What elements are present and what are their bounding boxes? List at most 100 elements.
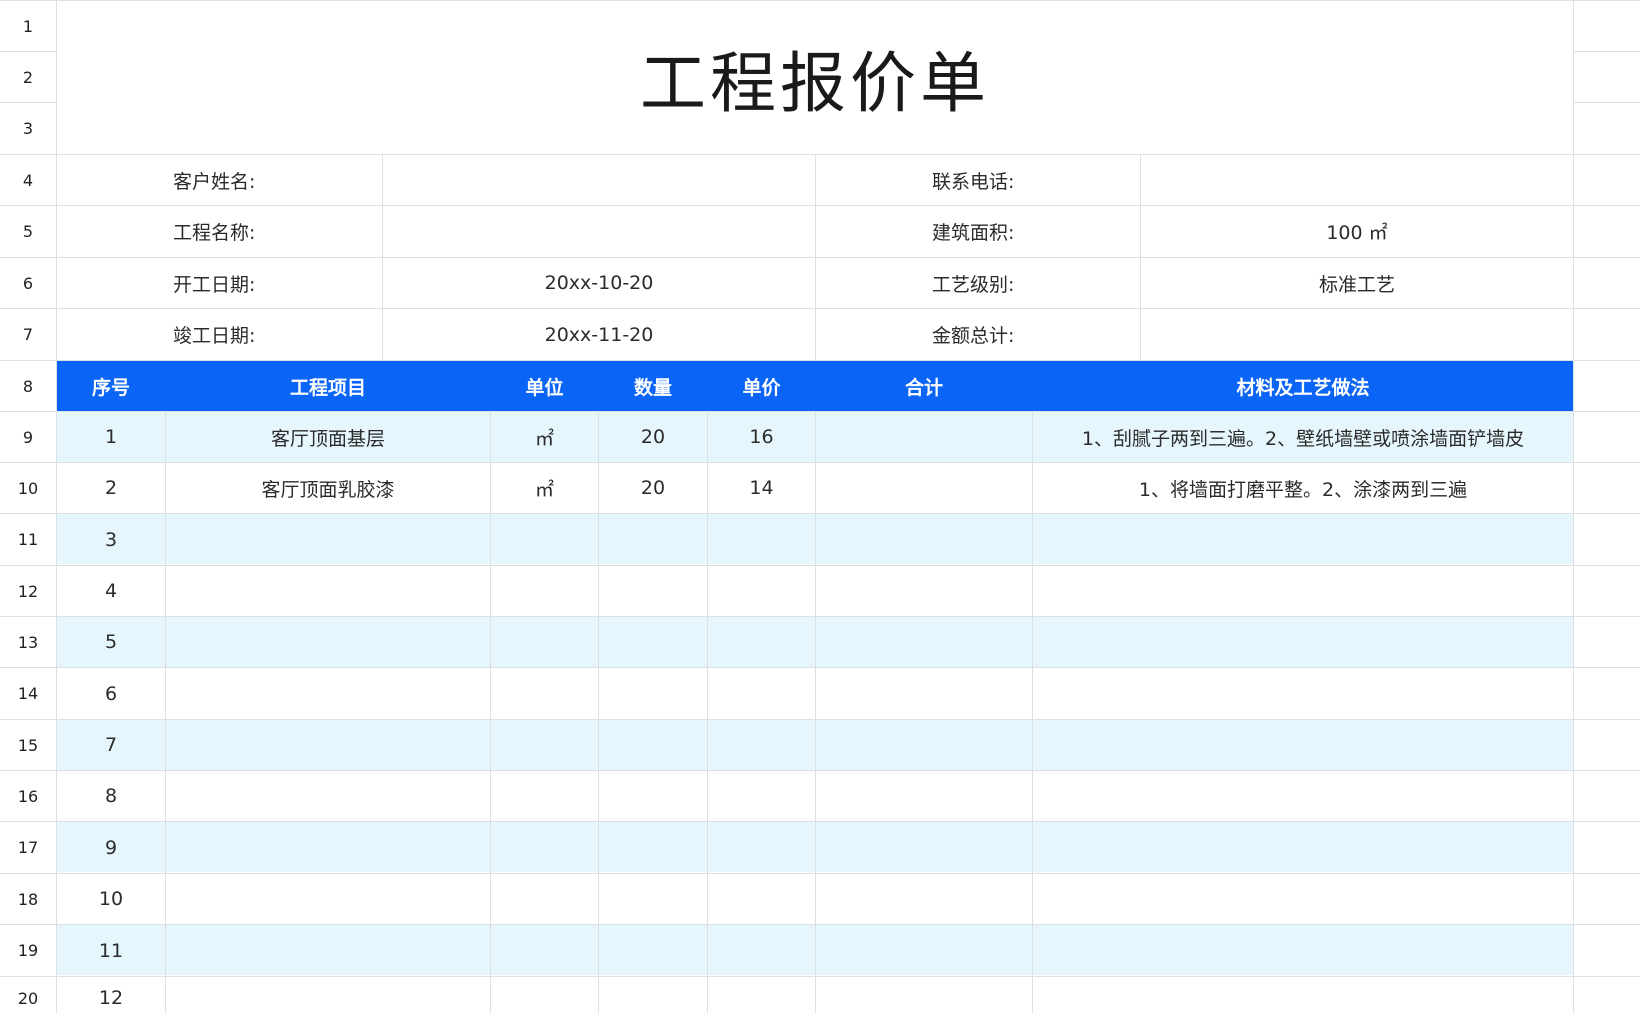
cell-no[interactable]: 5	[57, 617, 165, 667]
row-header-18[interactable]: 18	[0, 874, 56, 924]
cell-method[interactable]: 1、刮腻子两到三遍。2、壁纸墙壁或喷涂墙面铲墙皮	[1033, 412, 1573, 462]
cell-unit[interactable]	[491, 720, 598, 770]
cell-qty[interactable]	[599, 617, 707, 667]
cell-unit[interactable]	[491, 977, 598, 1013]
project-name-cell[interactable]	[383, 206, 815, 257]
cell-qty[interactable]	[599, 874, 707, 924]
cell-unit[interactable]	[491, 566, 598, 616]
cell-sum[interactable]	[816, 514, 1032, 565]
cell-method[interactable]	[1033, 720, 1573, 770]
cell-unit[interactable]: ㎡	[491, 412, 598, 462]
cell-qty[interactable]	[599, 514, 707, 565]
cell-qty[interactable]	[599, 771, 707, 821]
total-cell[interactable]	[1141, 309, 1573, 360]
cell-item[interactable]	[166, 617, 490, 667]
row-header-4[interactable]: 4	[0, 155, 56, 205]
cell-item[interactable]	[166, 720, 490, 770]
cell-unit[interactable]	[491, 617, 598, 667]
cell-price[interactable]	[708, 822, 815, 873]
cell-price[interactable]	[708, 720, 815, 770]
cell-item[interactable]	[166, 977, 490, 1013]
cell-no[interactable]: 9	[57, 822, 165, 873]
header-item[interactable]: 工程项目	[166, 361, 490, 411]
total-label[interactable]: 金额总计:	[932, 309, 1137, 360]
cell-method[interactable]	[1033, 514, 1573, 565]
cell-sum[interactable]	[816, 720, 1032, 770]
cell-price[interactable]	[708, 668, 815, 719]
cell-item[interactable]: 客厅顶面乳胶漆	[166, 463, 490, 513]
cell-item[interactable]	[166, 668, 490, 719]
row-header-3[interactable]: 3	[0, 103, 56, 154]
cell-price[interactable]	[708, 566, 815, 616]
cell-item[interactable]	[166, 514, 490, 565]
cell-price[interactable]: 14	[708, 463, 815, 513]
area-label[interactable]: 建筑面积:	[932, 206, 1137, 257]
cell-qty[interactable]: 20	[599, 412, 707, 462]
cell-no[interactable]: 11	[57, 925, 165, 976]
cell-price[interactable]	[708, 925, 815, 976]
cell-method[interactable]	[1033, 822, 1573, 873]
row-header-13[interactable]: 13	[0, 617, 56, 667]
cell-qty[interactable]	[599, 822, 707, 873]
row-header-14[interactable]: 14	[0, 668, 56, 719]
cell-item[interactable]: 客厅顶面基层	[166, 412, 490, 462]
row-header-2[interactable]: 2	[0, 52, 56, 102]
cell-sum[interactable]	[816, 668, 1032, 719]
area-cell[interactable]: 100 ㎡	[1141, 206, 1573, 257]
craft-level-label[interactable]: 工艺级别:	[932, 258, 1137, 308]
cell-sum[interactable]	[816, 925, 1032, 976]
cell-method[interactable]	[1033, 874, 1573, 924]
craft-level-cell[interactable]: 标准工艺	[1141, 258, 1573, 308]
cell-sum[interactable]	[816, 617, 1032, 667]
header-price[interactable]: 单价	[708, 361, 815, 411]
header-unit[interactable]: 单位	[491, 361, 598, 411]
cell-no[interactable]: 12	[57, 977, 165, 1013]
row-header-1[interactable]: 1	[0, 1, 56, 51]
cell-no[interactable]: 8	[57, 771, 165, 821]
start-date-cell[interactable]: 20xx-10-20	[383, 258, 815, 308]
cell-qty[interactable]	[599, 668, 707, 719]
cell-item[interactable]	[166, 874, 490, 924]
cell-unit[interactable]	[491, 668, 598, 719]
cell-price[interactable]	[708, 977, 815, 1013]
cell-qty[interactable]	[599, 566, 707, 616]
cell-qty[interactable]: 20	[599, 463, 707, 513]
cell-item[interactable]	[166, 771, 490, 821]
row-header-19[interactable]: 19	[0, 925, 56, 976]
row-header-17[interactable]: 17	[0, 822, 56, 873]
cell-item[interactable]	[166, 822, 490, 873]
header-qty[interactable]: 数量	[599, 361, 707, 411]
cell-price[interactable]: 16	[708, 412, 815, 462]
cell-no[interactable]: 10	[57, 874, 165, 924]
cell-unit[interactable]	[491, 822, 598, 873]
cell-method[interactable]	[1033, 566, 1573, 616]
cell-unit[interactable]	[491, 514, 598, 565]
cell-item[interactable]	[166, 566, 490, 616]
cell-method[interactable]	[1033, 977, 1573, 1013]
customer-name-cell[interactable]	[383, 155, 815, 205]
row-header-10[interactable]: 10	[0, 463, 56, 513]
cell-no[interactable]: 2	[57, 463, 165, 513]
row-header-9[interactable]: 9	[0, 412, 56, 462]
project-name-label[interactable]: 工程名称:	[173, 206, 378, 257]
row-header-12[interactable]: 12	[0, 566, 56, 616]
row-header-6[interactable]: 6	[0, 258, 56, 308]
cell-method[interactable]	[1033, 617, 1573, 667]
cell-sum[interactable]	[816, 977, 1032, 1013]
cell-unit[interactable]	[491, 925, 598, 976]
cell-price[interactable]	[708, 771, 815, 821]
row-header-16[interactable]: 16	[0, 771, 56, 821]
row-header-8[interactable]: 8	[0, 361, 56, 411]
cell-no[interactable]: 3	[57, 514, 165, 565]
customer-name-label[interactable]: 客户姓名:	[173, 155, 378, 205]
cell-item[interactable]	[166, 925, 490, 976]
cell-sum[interactable]	[816, 412, 1032, 462]
cell-price[interactable]	[708, 514, 815, 565]
cell-qty[interactable]	[599, 925, 707, 976]
cell-method[interactable]: 1、将墙面打磨平整。2、涂漆两到三遍	[1033, 463, 1573, 513]
cell-unit[interactable]	[491, 771, 598, 821]
cell-no[interactable]: 6	[57, 668, 165, 719]
cell-method[interactable]	[1033, 771, 1573, 821]
cell-method[interactable]	[1033, 668, 1573, 719]
end-date-cell[interactable]: 20xx-11-20	[383, 309, 815, 360]
